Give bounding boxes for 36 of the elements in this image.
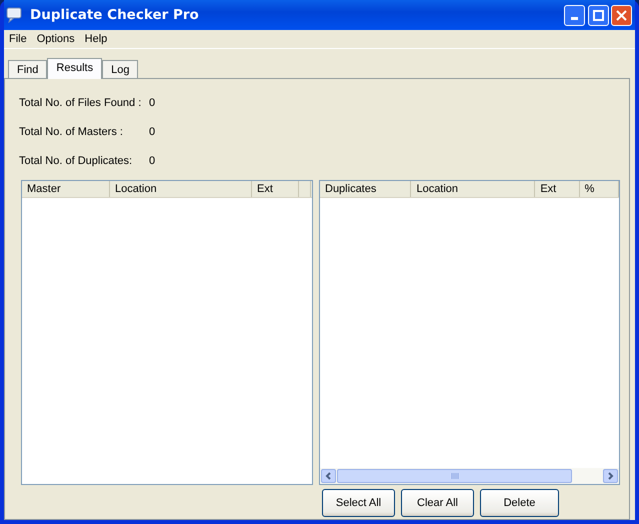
column-header[interactable]: Location — [110, 181, 252, 197]
scroll-left-icon[interactable] — [321, 469, 336, 483]
tab[interactable]: Find — [8, 60, 48, 78]
tab[interactable]: Results — [47, 58, 102, 79]
column-header[interactable]: Location — [411, 181, 536, 197]
scroll-thumb[interactable] — [337, 469, 572, 483]
column-header[interactable]: % — [580, 181, 619, 197]
button[interactable]: Delete — [480, 489, 559, 517]
duplicates-list[interactable]: Duplicates Location Ext % — [319, 180, 620, 485]
window-title: Duplicate Checker Pro — [30, 6, 199, 25]
stat-label: Total No. of Files Found : — [19, 96, 142, 112]
minimize-button[interactable] — [564, 4, 585, 26]
scroll-right-icon[interactable] — [603, 469, 618, 483]
menu-item[interactable]: File — [4, 30, 32, 48]
masters-list[interactable]: Master Location Ext — [21, 180, 313, 485]
close-button[interactable] — [611, 4, 632, 26]
stat-label: Total No. of Masters : — [19, 125, 124, 140]
stat-value: 0 — [149, 154, 156, 170]
menu-item[interactable]: Help — [80, 30, 112, 48]
maximize-icon — [592, 10, 604, 20]
horizontal-scrollbar[interactable] — [320, 468, 619, 484]
button[interactable]: Clear All — [401, 489, 474, 517]
stat-value: 0 — [149, 125, 156, 140]
minimize-icon — [570, 16, 578, 20]
stat-label: Total No. of Duplicates: — [19, 154, 134, 170]
stat-value: 0 — [149, 96, 156, 112]
maximize-button[interactable] — [588, 4, 608, 26]
app-icon — [6, 7, 24, 23]
tab[interactable]: Log — [102, 60, 138, 78]
button[interactable]: Select All — [322, 489, 395, 517]
column-header[interactable]: Duplicates — [320, 181, 412, 197]
column-header[interactable]: Ext — [535, 181, 580, 197]
column-header[interactable]: Ext — [252, 181, 299, 197]
column-header[interactable]: Master — [22, 181, 110, 197]
close-icon — [616, 10, 628, 20]
menu-item[interactable]: Options — [32, 30, 80, 48]
